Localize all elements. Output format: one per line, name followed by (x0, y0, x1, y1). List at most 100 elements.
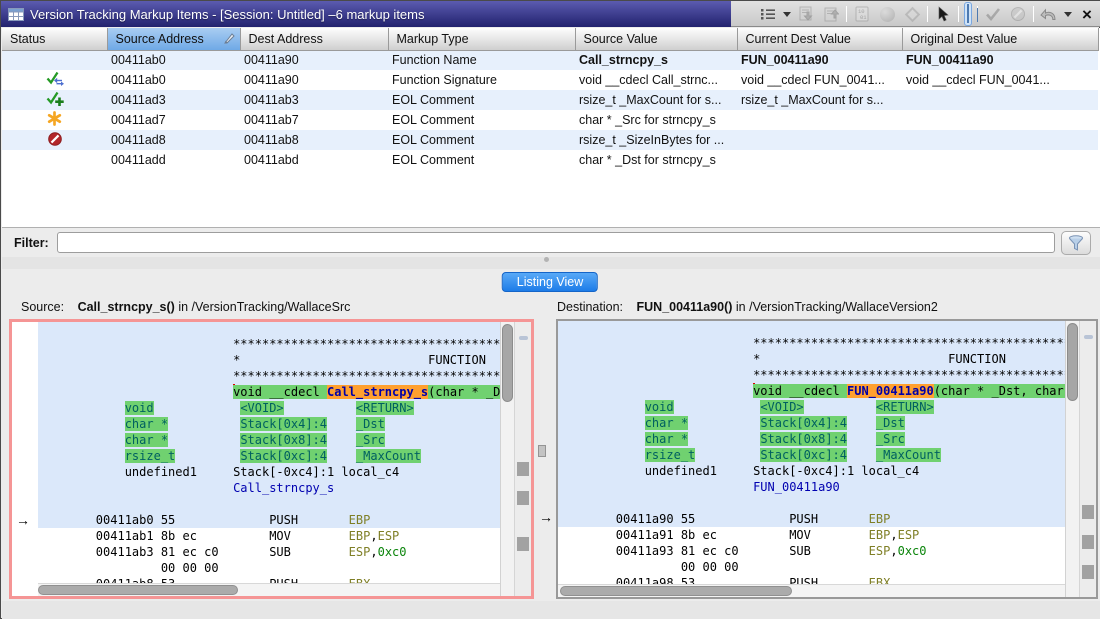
binary-file-icon[interactable]: 1001 (852, 4, 872, 24)
table-row[interactable]: 00411ad300411ab3EOL Commentrsize_t _MaxC… (2, 90, 1098, 110)
source-function-name: Call_strncpy_s() (78, 300, 175, 314)
column-header-source-value[interactable]: Source Value (575, 28, 737, 50)
markup-type-cell: EOL Comment (388, 130, 575, 150)
overview-marker-margin (1079, 321, 1096, 597)
vertical-scrollbar[interactable] (500, 322, 514, 596)
change-marker[interactable] (1082, 565, 1094, 579)
listing-line[interactable]: char * Stack[0x8]:4 _Src (38, 432, 500, 448)
source-address-cell: 00411ad3 (107, 90, 240, 110)
scrollbar-thumb[interactable] (560, 586, 792, 596)
undo-icon[interactable] (1039, 4, 1059, 24)
change-marker[interactable] (517, 491, 529, 505)
title-drag-area[interactable]: Version Tracking Markup Items - [Session… (1, 1, 731, 27)
sort-indicator-icon (223, 32, 236, 48)
listing-line[interactable]: 00 00 00 (38, 560, 500, 576)
menu-caret-icon[interactable] (1064, 12, 1072, 17)
listing-line[interactable]: void <VOID> <RETURN> (558, 399, 1065, 415)
dest-address-cell: 00411abd (240, 150, 388, 170)
sphere-icon[interactable] (877, 4, 897, 24)
table-row[interactable]: 00411ad800411ab8EOL Commentrsize_t _Size… (2, 130, 1098, 150)
listing-line[interactable]: ****************************************… (558, 335, 1065, 351)
source-listing-content[interactable]: ****************************************… (38, 322, 500, 596)
close-icon[interactable]: × (1077, 4, 1097, 24)
dual-listing-panel-icon[interactable] (964, 2, 972, 26)
scrollbar-thumb[interactable] (38, 585, 238, 595)
cursor-arrow-icon[interactable] (933, 4, 953, 24)
scrollbar-thumb[interactable] (502, 324, 513, 402)
reject-no-entry-icon[interactable] (1008, 4, 1028, 24)
markup-list-icon[interactable] (758, 4, 778, 24)
listing-line[interactable]: ****************************************… (558, 367, 1065, 383)
table-row[interactable]: 00411ad700411ab7EOL Commentchar * _Src f… (2, 110, 1098, 130)
listing-line[interactable]: 00 00 00 (558, 559, 1065, 575)
splitter-handle[interactable] (544, 257, 549, 262)
listing-line[interactable]: undefined1 Stack[-0xc4]:1 local_c4 (558, 463, 1065, 479)
listing-line[interactable] (558, 495, 1065, 511)
listing-line[interactable]: void __cdecl FUN_00411a90(char * _Dst, c… (558, 383, 1065, 399)
funnel-icon (1068, 235, 1084, 251)
table-row[interactable]: 00411ab000411a90Function Signaturevoid _… (2, 70, 1098, 90)
change-marker[interactable] (1082, 505, 1094, 519)
listing-line[interactable]: void __cdecl Call_strncpy_s(char * _Dst,… (38, 384, 500, 400)
original-dest-value-cell: void __cdecl FUN_0041... (902, 70, 1098, 90)
destination-function-name: FUN_00411a90() (637, 300, 733, 314)
column-header-current-dest-value[interactable]: Current Dest Value (737, 28, 902, 50)
dropdown-caret-icon[interactable] (783, 12, 791, 17)
listing-line[interactable]: 00411ab0 55 PUSH EBP (38, 512, 500, 528)
destination-program-path: /VersionTracking/WallaceVersion2 (749, 300, 938, 314)
change-marker[interactable] (517, 537, 529, 551)
destination-listing-panel[interactable]: ****************************************… (556, 319, 1098, 599)
listing-line[interactable]: 00411a90 55 PUSH EBP (558, 511, 1065, 527)
listing-line[interactable]: 00411ab3 81 ec c0 SUB ESP,0xc0 (38, 544, 500, 560)
listing-line[interactable]: char * Stack[0x4]:4 _Dst (558, 415, 1065, 431)
filter-input[interactable] (57, 232, 1055, 253)
diamond-icon[interactable] (902, 4, 922, 24)
destination-listing-content[interactable]: ****************************************… (558, 321, 1065, 597)
original-dest-value-cell (902, 130, 1098, 150)
source-address-cell: 00411ab0 (107, 50, 240, 70)
source-value-cell: void __cdecl Call_strnc... (575, 70, 737, 90)
listing-line[interactable] (38, 496, 500, 512)
source-listing-panel[interactable]: → **************************************… (9, 319, 534, 599)
listing-line[interactable]: undefined1 Stack[-0xc4]:1 local_c4 (38, 464, 500, 480)
horizontal-scrollbar[interactable] (558, 584, 1065, 597)
column-header-dest-address[interactable]: Dest Address (240, 28, 388, 50)
horizontal-scrollbar[interactable] (38, 583, 500, 596)
table-row[interactable]: 00411ab000411a90Function NameCall_strncp… (2, 50, 1098, 70)
column-header-status[interactable]: Status (2, 28, 107, 50)
listing-line[interactable]: char * Stack[0x8]:4 _Src (558, 431, 1065, 447)
filter-options-button[interactable] (1061, 231, 1091, 255)
listing-line[interactable]: ****************************************… (38, 368, 500, 384)
listing-line[interactable]: * FUNCTION (558, 351, 1065, 367)
change-marker[interactable] (517, 462, 529, 476)
accept-check-icon[interactable] (983, 4, 1003, 24)
column-header-source-address[interactable]: Source Address (107, 28, 240, 50)
table-row[interactable]: 00411add00411abdEOL Commentchar * _Dst f… (2, 150, 1098, 170)
listing-line[interactable]: 00411ab1 8b ec MOV EBP,ESP (38, 528, 500, 544)
scrollbar-thumb[interactable] (1067, 323, 1078, 401)
apply-markup-down-icon[interactable] (796, 4, 816, 24)
splitter-divider[interactable] (2, 257, 1100, 269)
listing-line[interactable]: char * Stack[0x4]:4 _Dst (38, 416, 500, 432)
toolbar-separator (846, 6, 847, 22)
toolbar: 1001 × (758, 1, 1097, 27)
vertical-scrollbar[interactable] (1065, 321, 1079, 597)
status-cell (2, 150, 107, 170)
listing-line[interactable]: 00411a91 8b ec MOV EBP,ESP (558, 527, 1065, 543)
listing-line[interactable]: rsize_t Stack[0xc]:4 _MaxCount (38, 448, 500, 464)
window-bottom-strip (2, 601, 1100, 619)
column-header-markup-type[interactable]: Markup Type (388, 28, 575, 50)
tab-listing-view[interactable]: Listing View (502, 272, 598, 292)
column-header-original-dest-value[interactable]: Original Dest Value (902, 28, 1098, 50)
listing-line[interactable]: 00411a93 81 ec c0 SUB ESP,0xc0 (558, 543, 1065, 559)
listing-line[interactable]: void <VOID> <RETURN> (38, 400, 500, 416)
cursor-marker (519, 336, 528, 340)
listing-line[interactable]: ****************************************… (38, 336, 500, 352)
change-marker[interactable] (1082, 535, 1094, 549)
listing-line[interactable]: * FUNCTION (38, 352, 500, 368)
panel-splitter-grip[interactable] (538, 445, 546, 457)
apply-markup-up-icon[interactable] (821, 4, 841, 24)
listing-line[interactable]: FUN_00411a90 (558, 479, 1065, 495)
listing-line[interactable]: rsize_t Stack[0xc]:4 _MaxCount (558, 447, 1065, 463)
listing-line[interactable]: Call_strncpy_s (38, 480, 500, 496)
